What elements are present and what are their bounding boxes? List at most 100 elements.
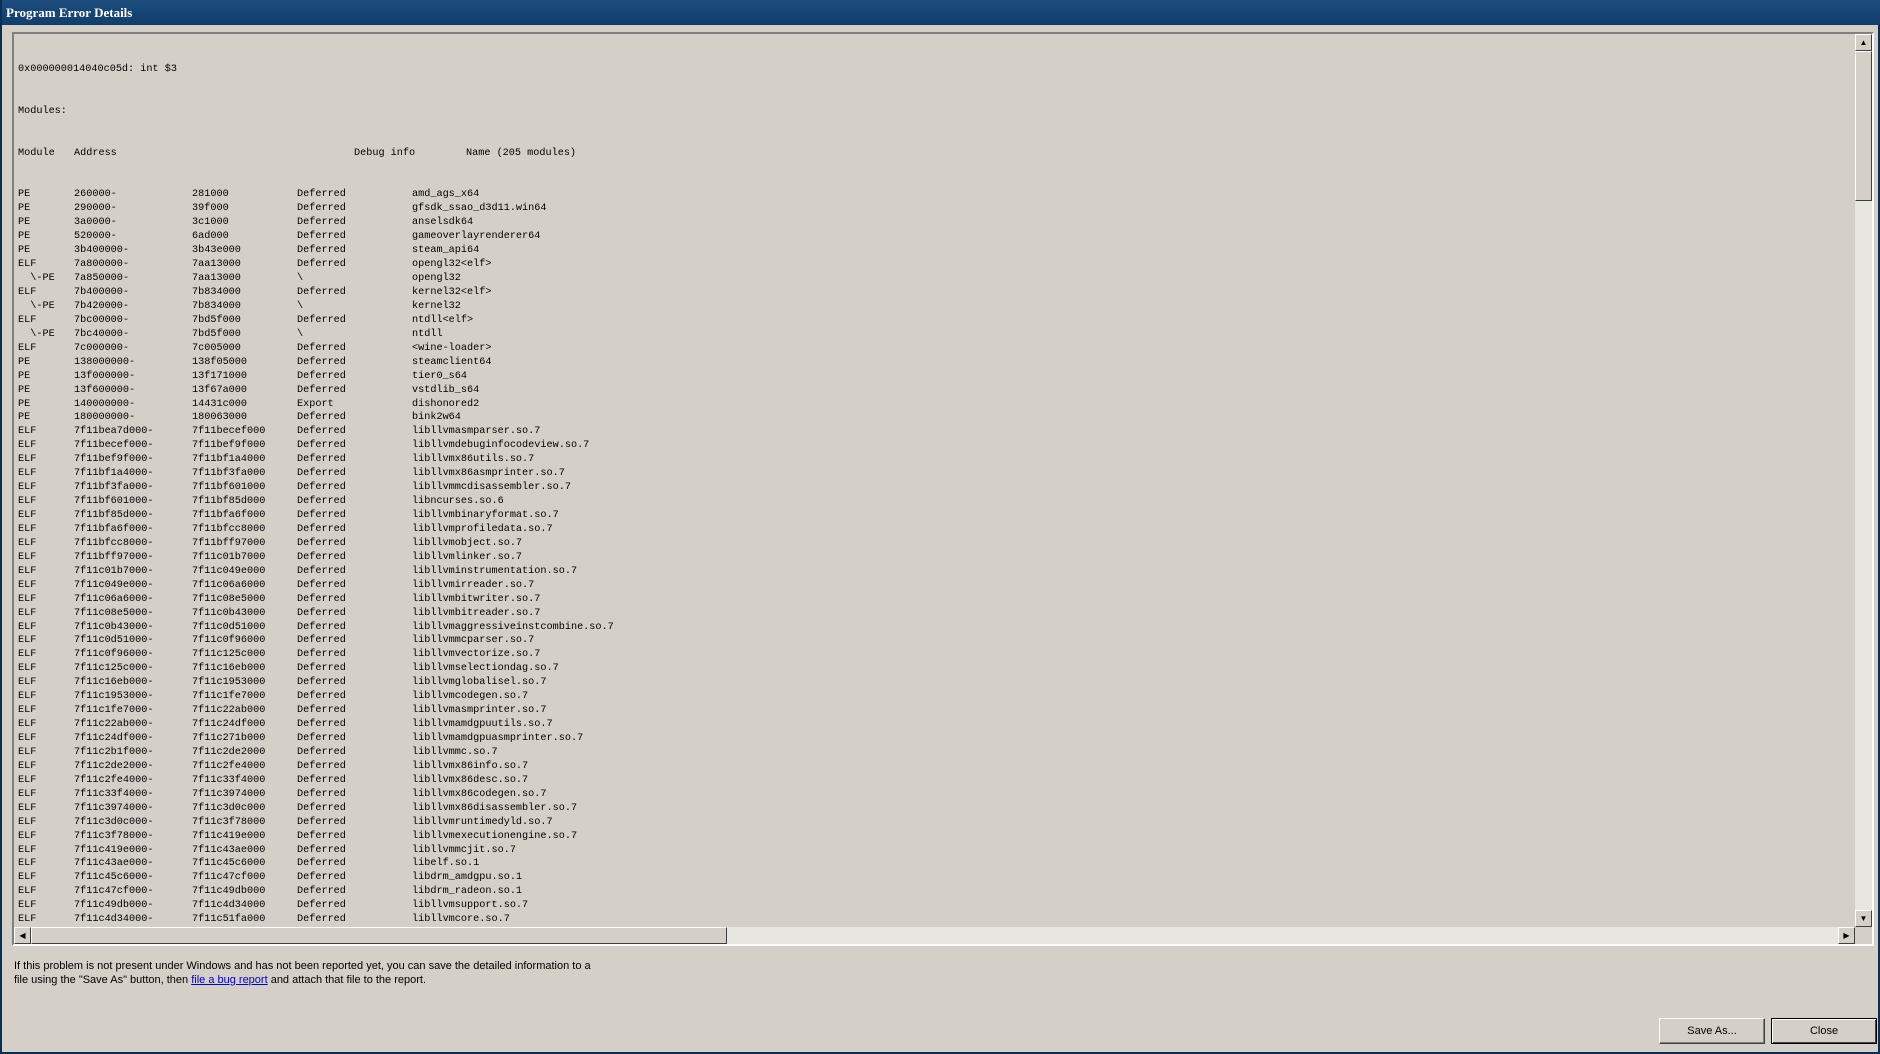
horizontal-scrollbar[interactable]: ◀ ▶ [14, 927, 1855, 944]
module-type: ELF [18, 468, 37, 480]
module-end-address: 7bd5f000 [192, 328, 241, 340]
module-end-address: 7f11becef000 [192, 426, 266, 438]
header-address: Address [74, 147, 117, 159]
module-row: PE 13f600000- 13f67a000 Deferred vstdlib_s64 [18, 384, 1852, 398]
module-start-address: 7f11c01b7000- [74, 565, 154, 577]
save-as-button[interactable]: Save As... [1659, 1018, 1765, 1044]
module-start-address: 7f11bff97000- [74, 551, 154, 563]
title-bar: Program Error Details [2, 0, 1880, 25]
module-start-address: 7f11c08e5000- [74, 607, 154, 619]
module-type: PE [18, 384, 31, 396]
module-row: ELF 7bc00000- 7bd5f000 Deferred ntdll<elf> [18, 314, 1852, 328]
bug-report-link[interactable]: file a bug report [191, 974, 267, 986]
module-row: ELF 7c000000- 7c005000 Deferred <wine-loader… [18, 342, 1852, 356]
module-end-address: 3b43e000 [192, 245, 241, 257]
module-name: libdrm_radeon.so.1 [412, 886, 523, 898]
module-type: ELF [18, 746, 37, 758]
module-name: libllvmmcdisassembler.so.7 [412, 482, 571, 494]
module-start-address: 180000000- [74, 412, 136, 424]
module-end-address: 7f11c22ab000 [192, 705, 266, 717]
scroll-down-button[interactable]: ▼ [1855, 910, 1872, 927]
module-end-address: 281000 [192, 189, 229, 201]
module-end-address: 7f11c3974000 [192, 788, 266, 800]
module-debug-info: Deferred [297, 760, 346, 772]
scroll-right-button[interactable]: ▶ [1838, 927, 1855, 944]
module-name: steam_api64 [412, 245, 480, 257]
module-row: PE 3a0000- 3c1000 Deferred anselsdk64 [18, 216, 1852, 230]
up-arrow-icon: ▲ [1859, 38, 1868, 47]
module-type: ELF [18, 886, 37, 898]
module-type: ELF [18, 565, 37, 577]
vertical-scrollbar[interactable]: ▲ ▼ [1855, 34, 1872, 927]
module-end-address: 7f11bef9f000 [192, 440, 266, 452]
module-name: libllvmmcjit.so.7 [412, 844, 516, 856]
module-debug-info: \ [297, 328, 304, 340]
module-type: ELF [18, 621, 37, 633]
module-start-address: 7f11bea7d000- [74, 426, 154, 438]
module-name: bink2w64 [412, 412, 461, 424]
module-type: PE [18, 370, 31, 382]
module-type: PE [18, 231, 31, 243]
module-debug-info: Deferred [297, 774, 346, 786]
module-row: ELF 7f11c1953000- 7f11c1fe7000 Deferred libl… [18, 690, 1852, 704]
module-end-address: 7f11c0f96000 [192, 635, 266, 647]
module-name: kernel32<elf> [412, 287, 492, 298]
module-start-address: 7f11c049e000- [74, 579, 154, 591]
module-row: ELF 7f11c49db000- 7f11c4d34000 Deferred libl… [18, 899, 1852, 913]
module-debug-info: Deferred [297, 565, 346, 577]
module-type: ELF [18, 523, 37, 535]
module-end-address: 7b834000 [192, 287, 241, 298]
vertical-scroll-thumb[interactable] [1855, 51, 1872, 201]
module-start-address: 7f11c0b43000- [74, 621, 154, 633]
module-debug-info: Deferred [297, 900, 346, 912]
module-type: ELF [18, 705, 37, 717]
module-row: ELF 7f11c01b7000- 7f11c049e000 Deferred libl… [18, 565, 1852, 579]
module-type: ELF [18, 649, 37, 661]
module-type: ELF [18, 496, 37, 508]
module-row: PE 3b400000- 3b43e000 Deferred steam_api64 [18, 244, 1852, 258]
module-row: PE 138000000- 138f05000 Deferred steamclient… [18, 356, 1852, 370]
module-end-address: 7f11bf1a4000 [192, 454, 266, 466]
module-end-address: 7f11bf85d000 [192, 496, 266, 508]
module-debug-info: Deferred [297, 746, 346, 758]
module-debug-info: Deferred [297, 551, 346, 563]
error-details-panel[interactable]: 0x000000014040c05d: int $3 Modules: Modu… [12, 32, 1874, 946]
module-row: \-PE 7a850000- 7aa13000 \ opengl32 [18, 272, 1852, 286]
module-start-address: 7f11c3f78000- [74, 830, 154, 842]
info-message: If this problem is not present under Win… [14, 960, 654, 987]
horizontal-scroll-thumb[interactable] [31, 927, 727, 944]
error-details-text[interactable]: 0x000000014040c05d: int $3 Modules: Modu… [18, 35, 1852, 924]
module-start-address: 7f11bfcc8000- [74, 537, 154, 549]
scroll-up-button[interactable]: ▲ [1855, 34, 1872, 51]
module-end-address: 7f11bfcc8000 [192, 523, 266, 535]
module-type: ELF [18, 677, 37, 689]
module-name: libllvmglobalisel.so.7 [412, 677, 547, 689]
module-start-address: 7f11c3974000- [74, 802, 154, 814]
module-name: libllvmamdgpuasmprinter.so.7 [412, 733, 584, 744]
module-row: ELF 7f11c049e000- 7f11c06a6000 Deferred libl… [18, 579, 1852, 593]
module-debug-info: Deferred [297, 259, 346, 271]
scroll-left-button[interactable]: ◀ [14, 927, 31, 944]
info-message-suffix: and attach that file to the report. [267, 973, 427, 986]
module-end-address: 138f05000 [192, 356, 248, 368]
module-row: ELF 7f11c24df000- 7f11c271b000 Deferred libl… [18, 732, 1852, 746]
module-start-address: 7f11c45c6000- [74, 872, 154, 884]
module-start-address: 7f11bf85d000- [74, 510, 154, 521]
module-debug-info: Deferred [297, 914, 346, 924]
module-name: gfsdk_ssao_d3d11.win64 [412, 203, 547, 215]
module-row: ELF 7f11c419e000- 7f11c43ae000 Deferred libl… [18, 844, 1852, 858]
module-type: ELF [18, 691, 37, 703]
module-start-address: 7f11c16eb000- [74, 677, 154, 689]
module-debug-info: Deferred [297, 886, 346, 898]
module-end-address: 180063000 [192, 412, 248, 424]
module-name: steamclient64 [412, 356, 492, 368]
module-end-address: 7f11c125c000 [192, 649, 266, 661]
module-type: ELF [18, 872, 37, 884]
module-row: ELF 7f11c0f96000- 7f11c125c000 Deferred libl… [18, 648, 1852, 662]
module-type: ELF [18, 760, 37, 772]
module-type: PE [18, 245, 31, 257]
close-button[interactable]: Close [1771, 1018, 1877, 1044]
modules-list: PE 260000- 281000 Deferred amd_ags_x64 PE 2900… [18, 188, 1852, 924]
module-debug-info: Deferred [297, 802, 346, 814]
module-row: PE 140000000- 14431c000 Export dishonored2 [18, 398, 1852, 412]
